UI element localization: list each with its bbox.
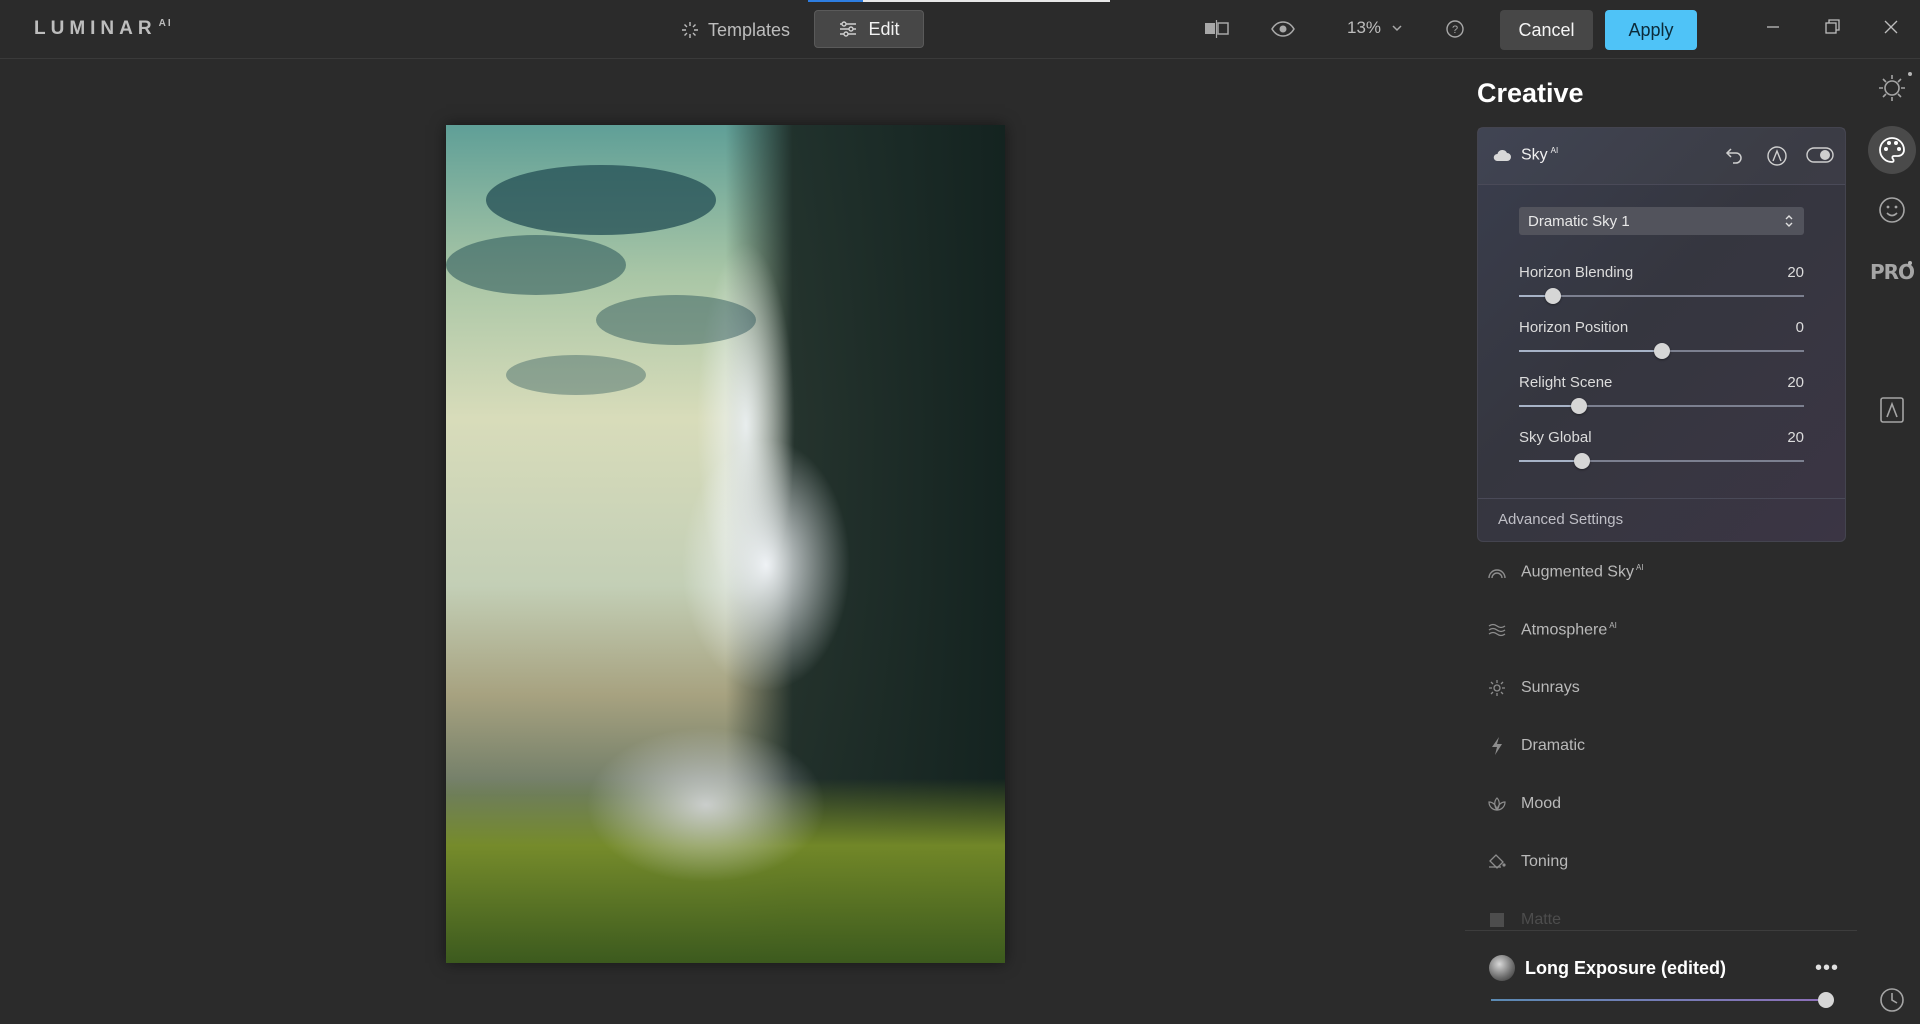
sky-tool-header[interactable]: Sky AI [1478,128,1845,185]
tool-label: Sunrays [1521,679,1580,696]
lightning-icon [1487,736,1507,756]
sky-selection-value: Dramatic Sky 1 [1528,212,1630,230]
tool-label: Atmosphere AI [1521,620,1617,639]
square-icon [1487,911,1507,929]
sky-global-slider[interactable]: Sky Global 20 [1519,429,1804,469]
slider-value: 20 [1787,374,1804,391]
tool-dramatic[interactable]: Dramatic [1487,726,1585,766]
divider [1465,930,1857,931]
preset-name: Long Exposure (edited) [1525,957,1727,978]
zoom-level: 13% [1347,18,1382,37]
sliders-icon [840,21,857,37]
advanced-settings-toggle[interactable]: Advanced Settings [1478,498,1845,542]
photo-canvas[interactable] [446,125,1005,963]
relight-scene-slider[interactable]: Relight Scene 20 [1519,374,1804,414]
apply-button[interactable]: Apply [1605,10,1697,50]
panel-title: Creative [1477,78,1584,108]
slider-knob[interactable] [1570,398,1587,414]
eye-icon[interactable] [1270,18,1296,45]
rainbow-icon [1487,565,1507,579]
tool-label: Mood [1521,795,1562,812]
mask-icon[interactable] [1766,145,1788,172]
tool-atmosphere[interactable]: Atmosphere AI [1487,610,1617,650]
slider-value: 20 [1787,429,1804,446]
horizon-blending-slider[interactable]: Horizon Blending 20 [1519,264,1804,304]
tool-matte[interactable]: Matte [1487,900,1561,940]
slider-label: Relight Scene [1519,374,1613,391]
tab-label: Edit [868,18,900,39]
creative-palette-icon[interactable] [1868,126,1916,174]
sky-tool-title: Sky AI [1521,146,1559,164]
tab-templates[interactable]: Templates [680,14,790,46]
horizon-position-slider[interactable]: Horizon Position 0 [1519,319,1804,359]
waves-icon [1487,622,1507,638]
slider-label: Horizon Position [1519,319,1629,336]
tool-augmented-sky[interactable]: Augmented Sky AI [1487,552,1644,592]
slider-label: Horizon Blending [1519,264,1634,281]
tab-edit[interactable]: Edit [814,10,924,48]
tab-label: Templates [708,19,791,40]
sun-icon [1487,678,1507,698]
app-logo: LUMINAR AI [34,18,173,39]
tool-mood[interactable]: Mood [1487,784,1561,824]
preset-thumbnail [1489,955,1515,981]
applied-preset-row[interactable]: Long Exposure (edited) ••• [1489,953,1849,983]
tool-category-rail: PRO [1864,58,1920,1017]
paint-bucket-icon [1487,853,1507,871]
slider-knob[interactable] [1573,453,1590,469]
svg-text:?: ? [1452,24,1458,36]
cancel-button[interactable]: Cancel [1500,10,1593,50]
tool-label: Toning [1521,853,1569,870]
local-masking-icon[interactable] [1868,386,1916,434]
tool-label: Dramatic [1521,737,1586,754]
zoom-control[interactable]: 13% [1347,18,1403,38]
minimize-icon[interactable] [1763,16,1783,43]
tool-toning[interactable]: Toning [1487,842,1568,882]
slider-label: Sky Global [1519,429,1592,446]
top-bar: LUMINAR AI Templates Edit 13% ? Cancel Ap… [0,0,1920,59]
tool-label: Matte [1521,911,1562,928]
lotus-icon [1487,795,1507,813]
slider-value: 0 [1795,319,1804,336]
slider-knob[interactable] [1653,343,1670,359]
preset-amount-slider[interactable] [1491,992,1834,1008]
help-icon[interactable]: ? [1444,18,1466,45]
tool-sunrays[interactable]: Sunrays [1487,668,1580,708]
slider-value: 20 [1787,264,1804,281]
undo-icon[interactable] [1725,145,1745,170]
visibility-toggle-icon[interactable] [1806,145,1834,170]
slider-knob[interactable] [1545,288,1562,304]
pro-icon[interactable]: PRO [1868,248,1916,296]
loading-progress [808,0,1110,2]
compare-icon[interactable] [1203,18,1231,45]
restore-icon[interactable] [1822,16,1842,43]
tool-label: Augmented Sky AI [1521,562,1644,581]
sky-selection-dropdown[interactable]: Dramatic Sky 1 [1519,207,1804,235]
sparkle-icon [682,22,698,38]
cloud-icon [1493,149,1511,161]
chevron-down-icon [1392,25,1402,32]
slider-knob[interactable] [1818,992,1834,1008]
updown-chevron-icon [1785,215,1793,227]
close-icon[interactable] [1881,16,1901,43]
sky-tool-card: Sky AI Dramatic Sky 1 Horizon Blending 20 … [1477,127,1846,542]
more-options-button[interactable]: ••• [1815,957,1839,980]
portrait-face-icon[interactable] [1868,186,1916,234]
